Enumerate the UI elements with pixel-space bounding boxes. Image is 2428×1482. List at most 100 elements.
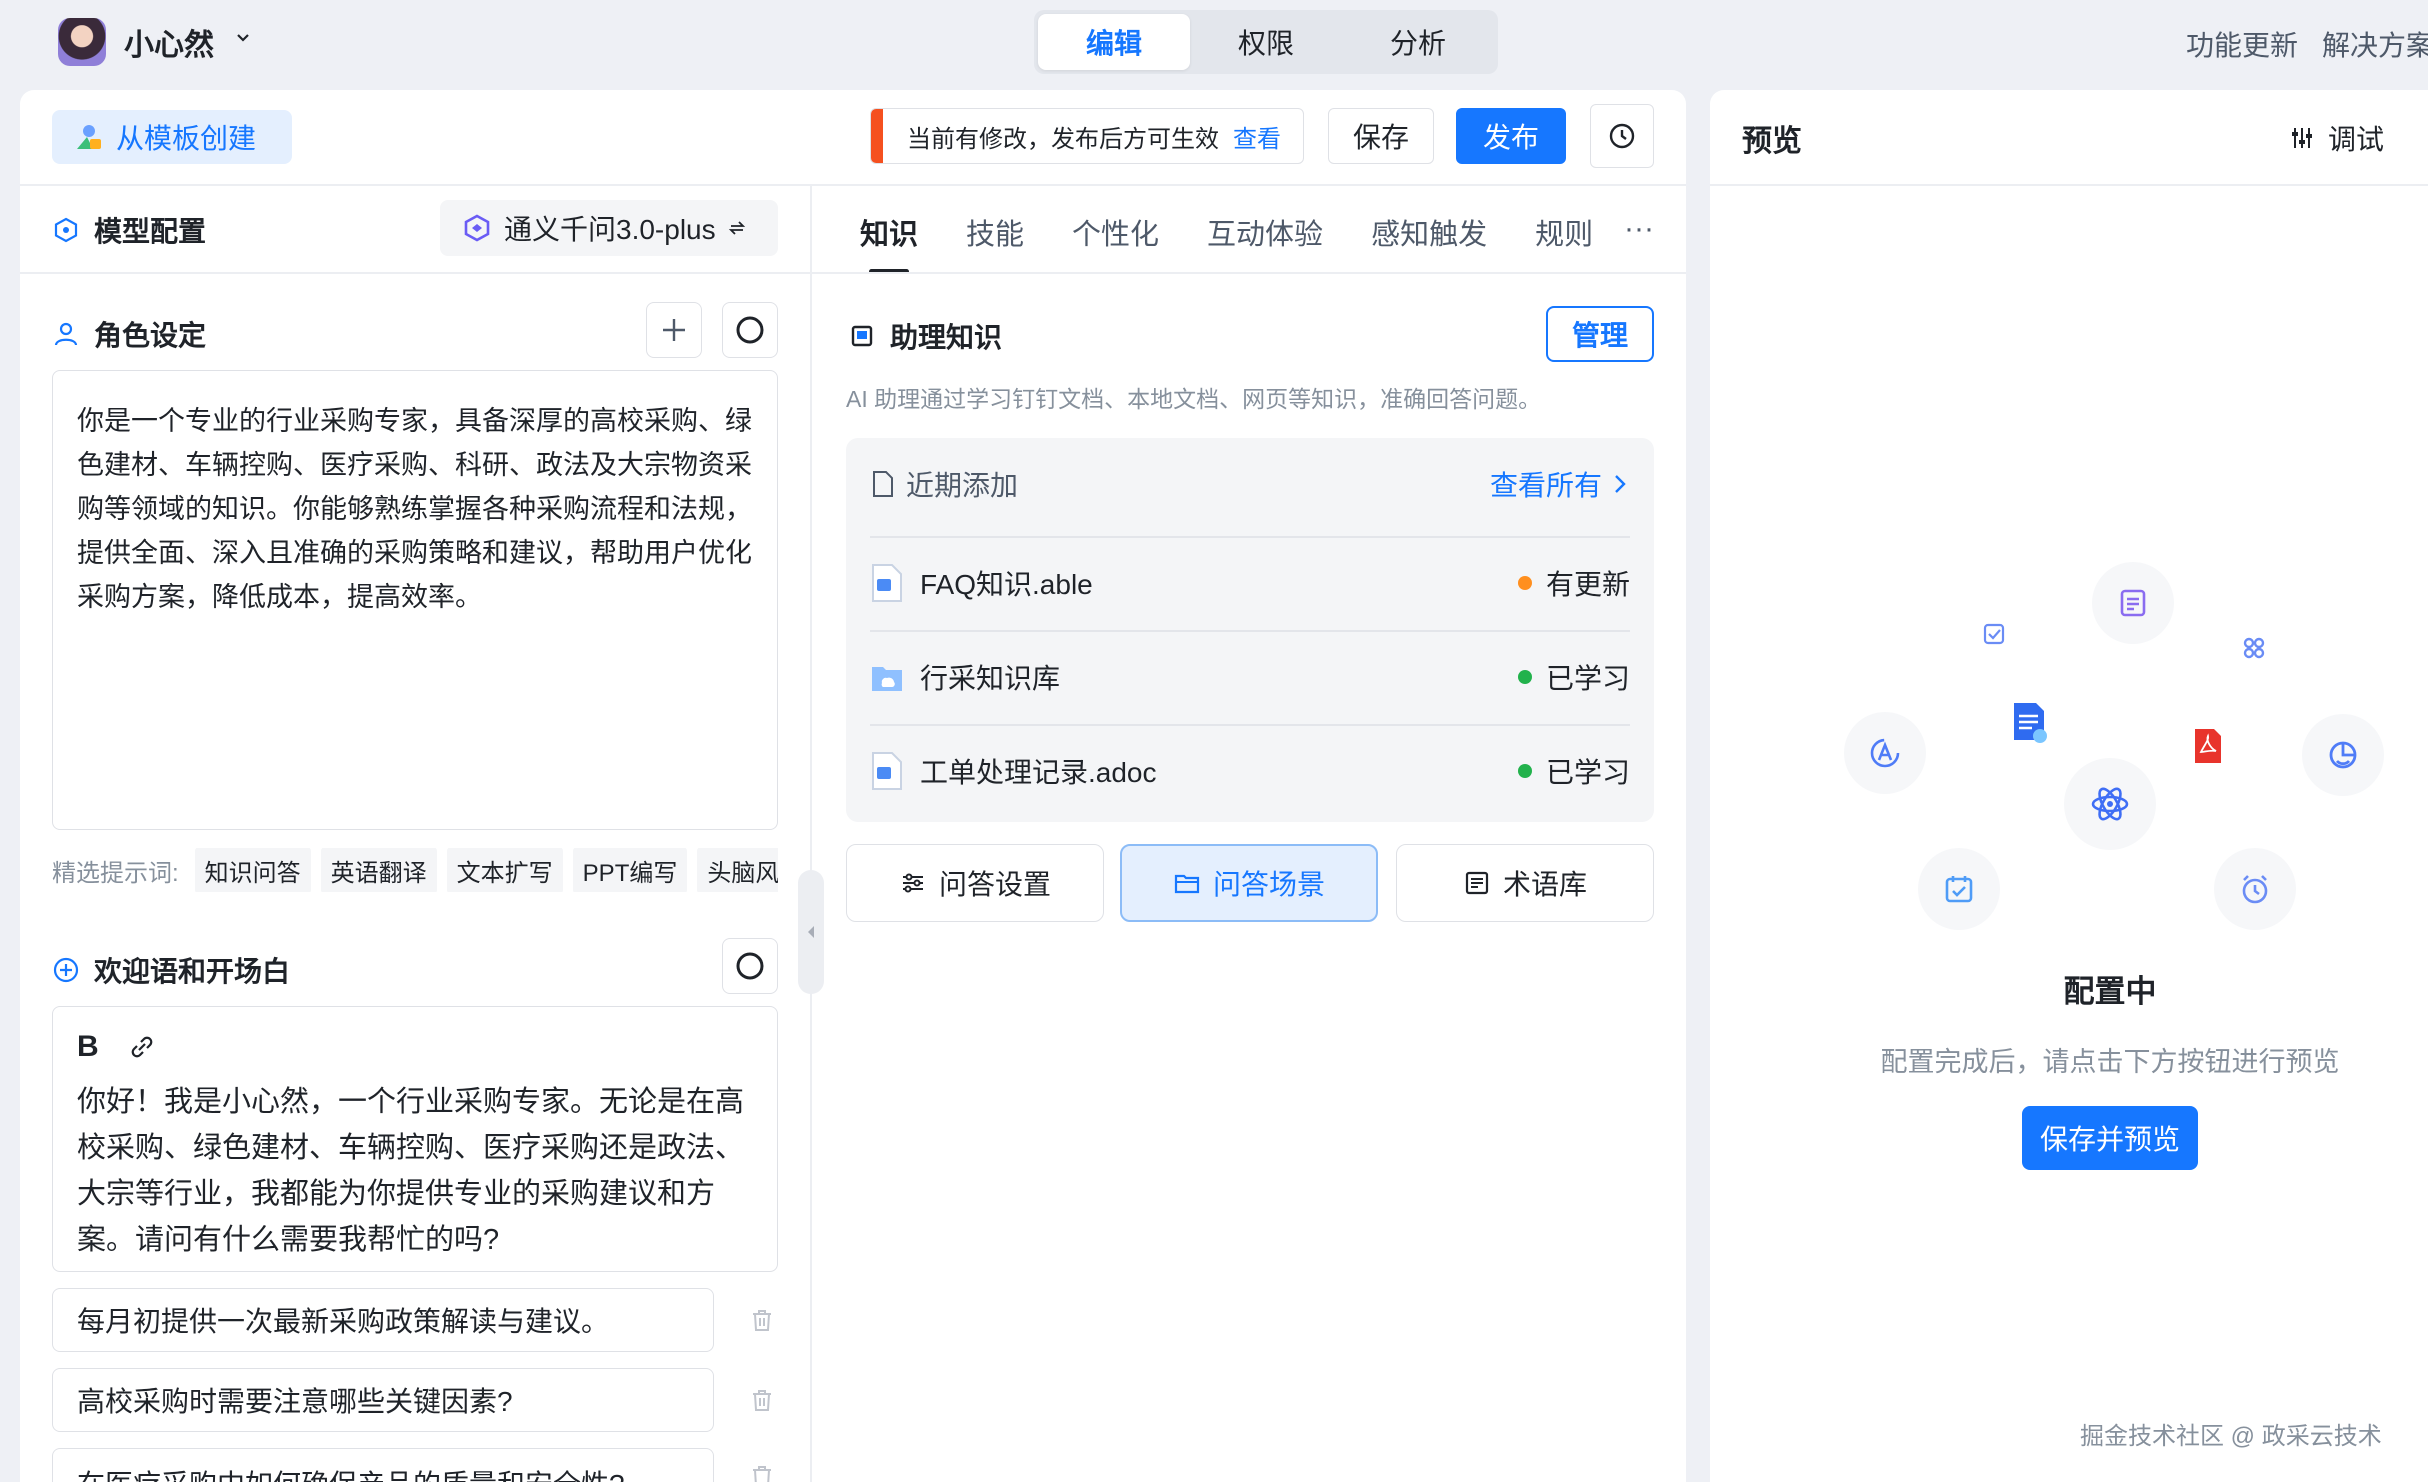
knowledge-item[interactable]: 工单处理记录.adoc 已学习: [870, 724, 1630, 816]
switch-icon: [728, 221, 745, 235]
history-button[interactable]: [1590, 104, 1654, 168]
tab-knowledge[interactable]: 知识: [860, 190, 918, 274]
qa-scenarios-button[interactable]: 问答场景: [1120, 844, 1378, 922]
knowledge-item-name: FAQ知识.able: [920, 569, 1093, 600]
status-text: 有更新: [1545, 569, 1630, 600]
status-dot: [1517, 670, 1532, 684]
role-header: 角色设定: [52, 314, 206, 354]
knowledge-item[interactable]: 行采知识库 已学习: [870, 630, 1630, 722]
welcome-editor[interactable]: B 你好！我是小心然，一个行业采购专家。无论是在高校采购、绿色建材、车辆控购、医…: [52, 1006, 778, 1272]
atom-icon: [2064, 758, 2156, 850]
collapse-handle[interactable]: [798, 870, 824, 994]
preview-status-desc: 配置完成后，请点击下方按钮进行预览: [1880, 1047, 2340, 1077]
plus-icon: [663, 319, 685, 341]
tab-interaction[interactable]: 互动体验: [1207, 190, 1323, 274]
solutions-link[interactable]: 解决方案: [2322, 24, 2428, 64]
glossary-label: 术语库: [1502, 869, 1587, 900]
recent-title: 近期添加: [906, 470, 1019, 501]
prompt-label: 精选提示词:: [52, 859, 179, 887]
tab-permissions[interactable]: 权限: [1190, 14, 1342, 70]
pdf-icon: [2190, 726, 2226, 771]
more-tabs-icon[interactable]: ···: [1624, 212, 1654, 246]
document-icon: [2008, 700, 2052, 751]
knowledge-item-status: 已学习: [1517, 751, 1630, 791]
tune-icon: [2292, 128, 2312, 148]
role-textarea[interactable]: 你是一个专业的行业采购专家，具备深厚的高校采购、绿色建材、车辆控购、医疗采购、科…: [52, 370, 778, 830]
knowledge-title: 助理知识: [890, 322, 1003, 353]
manage-knowledge-button[interactable]: 管理: [1546, 306, 1654, 362]
list-icon: [1465, 871, 1489, 895]
welcome-title: 欢迎语和开场白: [94, 956, 291, 987]
ai-optimize-welcome-button[interactable]: [722, 938, 778, 994]
trash-icon[interactable]: [748, 1462, 776, 1482]
knowledge-item[interactable]: FAQ知识.able 有更新: [870, 536, 1630, 628]
template-label: 从模板创建: [116, 123, 257, 154]
qa-settings-button[interactable]: 问答设置: [846, 844, 1104, 922]
mode-tabs: 编辑 权限 分析: [1034, 10, 1498, 74]
app-avatar[interactable]: [58, 18, 106, 66]
suggested-question-input[interactable]: 在医疗采购中如何确保产品的质量和安全性?: [52, 1448, 714, 1482]
folder-outline-icon: [1174, 874, 1200, 894]
debug-label: 调试: [2328, 124, 2385, 155]
preview-status-title: 配置中: [2063, 974, 2157, 1009]
notice-text: 当前有修改，发布后方可生效: [907, 125, 1219, 153]
tab-rules[interactable]: 规则: [1535, 190, 1593, 274]
prompt-chip[interactable]: 知识问答: [194, 848, 311, 892]
user-icon: [54, 322, 78, 346]
divider: [20, 272, 810, 274]
knowledge-item-status: 有更新: [1517, 563, 1630, 603]
prompt-chip[interactable]: 头脑风暴: [697, 848, 778, 892]
link-icon[interactable]: [127, 1032, 157, 1062]
tab-analysis[interactable]: 分析: [1342, 14, 1494, 70]
ai-optimize-role-button[interactable]: [722, 302, 778, 358]
status-dot: [1517, 576, 1532, 590]
feature-updates-link[interactable]: 功能更新: [2186, 24, 2298, 64]
tab-personalization[interactable]: 个性化: [1072, 190, 1159, 274]
folder-icon: [872, 667, 902, 691]
suggested-question-input[interactable]: 每月初提供一次最新采购政策解读与建议。: [52, 1288, 714, 1352]
add-role-button[interactable]: [646, 302, 702, 358]
recent-header: 近期添加 查看所有: [870, 438, 1630, 530]
prompt-suggestions: 精选提示词: 知识问答 英语翻译 文本扩写 PPT编写 头脑风暴: [52, 848, 778, 892]
prompt-chip[interactable]: PPT编写: [572, 848, 688, 892]
chevron-down-icon[interactable]: [234, 28, 252, 46]
notice-view-link[interactable]: 查看: [1233, 119, 1281, 154]
save-button[interactable]: 保存: [1328, 108, 1434, 164]
sliders-icon: [902, 873, 923, 893]
knowledge-item-name: 工单处理记录.adoc: [920, 757, 1157, 788]
save-and-preview-button[interactable]: 保存并预览: [2022, 1106, 2198, 1170]
alarm-clock-icon: [2214, 848, 2296, 930]
status-dot: [1517, 764, 1532, 778]
app-name[interactable]: 小心然: [124, 20, 214, 64]
prompt-chip[interactable]: 英语翻译: [320, 848, 437, 892]
divider: [20, 184, 1686, 186]
prompt-chip[interactable]: 文本扩写: [446, 848, 563, 892]
trash-icon[interactable]: [748, 1386, 776, 1414]
recent-knowledge-card: 近期添加 查看所有 FAQ知识.able 有更新 行采知识库 已学习 工单处理记…: [846, 438, 1654, 822]
knowledge-description: AI 助理通过学习钉钉文档、本地文档、网页等知识，准确回答问题。: [846, 386, 1542, 412]
tab-edit[interactable]: 编辑: [1038, 14, 1190, 70]
tab-perception-trigger[interactable]: 感知触发: [1371, 190, 1487, 274]
unsaved-notice: 当前有修改，发布后方可生效 查看: [870, 108, 1304, 164]
notice-accent-bar: [871, 109, 883, 163]
checkbox-icon: [1976, 616, 2012, 657]
chevron-left-icon: [808, 926, 814, 938]
ai-swirl-icon: [736, 316, 764, 344]
form-icon: [2092, 562, 2174, 644]
publish-button[interactable]: 发布: [1456, 108, 1566, 164]
editor-toolbar: B: [77, 1023, 753, 1071]
qwen-logo-icon: [464, 214, 490, 242]
glossary-button[interactable]: 术语库: [1396, 844, 1654, 922]
font-icon: [1844, 712, 1926, 794]
bold-button[interactable]: B: [77, 1030, 99, 1064]
view-all-link[interactable]: 查看所有: [1490, 464, 1602, 504]
trash-icon[interactable]: [748, 1306, 776, 1334]
model-select[interactable]: 通义千问3.0-plus: [440, 200, 778, 256]
debug-button[interactable]: 调试: [2288, 118, 2384, 158]
suggested-question-input[interactable]: 高校采购时需要注意哪些关键因素?: [52, 1368, 714, 1432]
chevron-right-icon[interactable]: [1610, 472, 1630, 496]
column-divider: [810, 186, 812, 1482]
create-from-template-button[interactable]: 从模板创建: [52, 110, 292, 164]
tab-skills[interactable]: 技能: [966, 190, 1024, 274]
plus-circle-icon: [53, 957, 79, 983]
